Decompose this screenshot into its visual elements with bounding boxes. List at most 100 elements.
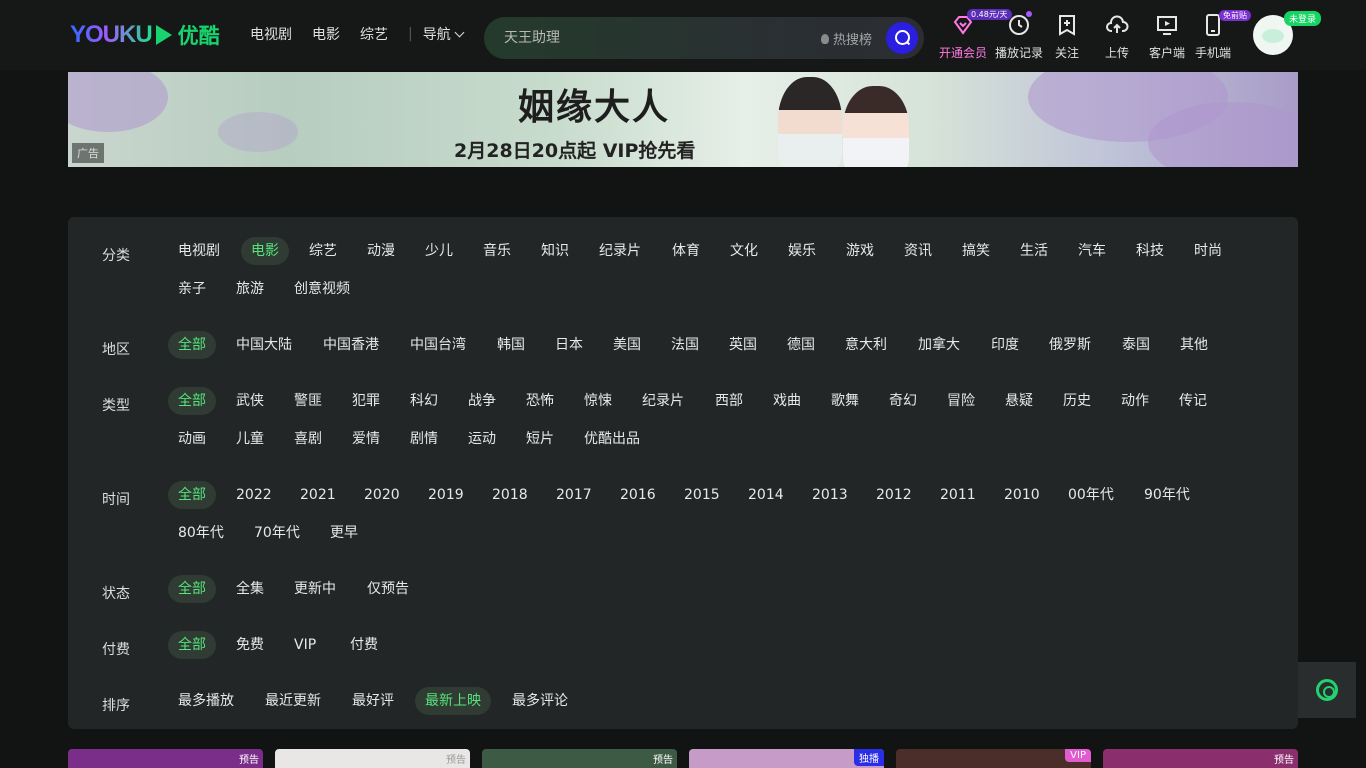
filter-option[interactable]: 警匪 — [284, 387, 332, 415]
nav-tv[interactable]: 电视剧 — [250, 24, 292, 44]
filter-option[interactable]: 其他 — [1170, 331, 1218, 359]
filter-option[interactable]: 生活 — [1010, 237, 1058, 265]
filter-option[interactable]: 运动 — [458, 425, 506, 453]
filter-option[interactable]: 少儿 — [415, 237, 463, 265]
search-button[interactable] — [886, 22, 918, 54]
filter-option[interactable]: 2010 — [994, 481, 1050, 509]
nav-variety[interactable]: 综艺 — [360, 24, 388, 44]
filter-option[interactable]: 剧情 — [400, 425, 448, 453]
video-card[interactable]: 预告 — [275, 749, 470, 768]
filter-option[interactable]: 动作 — [1111, 387, 1159, 415]
filter-option[interactable]: 奇幻 — [879, 387, 927, 415]
filter-option[interactable]: 西部 — [705, 387, 753, 415]
filter-option[interactable]: 最多评论 — [502, 687, 578, 715]
filter-option[interactable]: 2015 — [674, 481, 730, 509]
filter-option[interactable]: 电视剧 — [168, 237, 230, 265]
youku-logo[interactable]: YOUKU 优酷 — [70, 20, 220, 50]
nav-more[interactable]: 导航 — [423, 24, 465, 44]
filter-option[interactable]: 全部 — [168, 387, 216, 415]
filter-option[interactable]: 优酷出品 — [574, 425, 650, 453]
filter-option[interactable]: 仅预告 — [357, 575, 419, 603]
filter-option[interactable]: 更早 — [320, 519, 368, 547]
filter-option[interactable]: 全部 — [168, 575, 216, 603]
filter-option[interactable]: 最近更新 — [255, 687, 331, 715]
filter-option[interactable]: 武侠 — [226, 387, 274, 415]
filter-option[interactable]: 纪录片 — [589, 237, 651, 265]
filter-option[interactable]: 歌舞 — [821, 387, 869, 415]
video-card[interactable]: 独播 — [689, 749, 884, 768]
filter-option[interactable]: 历史 — [1053, 387, 1101, 415]
filter-option[interactable]: 2019 — [418, 481, 474, 509]
filter-option[interactable]: 电影 — [241, 237, 289, 265]
filter-option[interactable]: 90年代 — [1134, 481, 1200, 509]
filter-option[interactable]: 科技 — [1126, 237, 1174, 265]
filter-option[interactable]: 英国 — [719, 331, 767, 359]
filter-option[interactable]: 印度 — [981, 331, 1029, 359]
filter-option[interactable]: 最新上映 — [415, 687, 491, 715]
video-card[interactable]: 预告 — [1103, 749, 1298, 768]
filter-option[interactable]: 综艺 — [299, 237, 347, 265]
filter-option[interactable]: 70年代 — [244, 519, 310, 547]
filter-option[interactable]: 最好评 — [342, 687, 404, 715]
filter-option[interactable]: 纪录片 — [632, 387, 694, 415]
filter-option[interactable]: 80年代 — [168, 519, 234, 547]
filter-option[interactable]: 2011 — [930, 481, 986, 509]
upload-button[interactable]: 上传 — [1091, 10, 1143, 61]
video-card[interactable]: VIP — [896, 749, 1091, 768]
filter-option[interactable]: 最多播放 — [168, 687, 244, 715]
search-input[interactable] — [504, 27, 804, 49]
filter-option[interactable]: 中国台湾 — [400, 331, 476, 359]
filter-option[interactable]: 爱情 — [342, 425, 390, 453]
filter-option[interactable]: 冒险 — [937, 387, 985, 415]
video-card[interactable]: 预告 — [68, 749, 263, 768]
filter-option[interactable]: 00年代 — [1058, 481, 1124, 509]
filter-option[interactable]: 惊悚 — [574, 387, 622, 415]
login-tag[interactable]: 未登录 — [1284, 11, 1322, 26]
filter-option[interactable]: 全部 — [168, 631, 216, 659]
ad-banner[interactable]: 姻缘大人 2月28日20点起 VIP抢先看 广告 — [68, 72, 1298, 167]
filter-option[interactable]: 俄罗斯 — [1039, 331, 1101, 359]
filter-option[interactable]: 全部 — [168, 481, 216, 509]
filter-option[interactable]: 悬疑 — [995, 387, 1043, 415]
filter-option[interactable]: 韩国 — [487, 331, 535, 359]
filter-option[interactable]: 2018 — [482, 481, 538, 509]
filter-option[interactable]: 加拿大 — [908, 331, 970, 359]
filter-option[interactable]: 恐怖 — [516, 387, 564, 415]
filter-option[interactable]: 亲子 — [168, 275, 216, 303]
hot-search-link[interactable]: 热搜榜 — [821, 29, 872, 48]
filter-option[interactable]: 2017 — [546, 481, 602, 509]
filter-option[interactable]: 体育 — [662, 237, 710, 265]
filter-option[interactable]: 喜剧 — [284, 425, 332, 453]
filter-option[interactable]: 2013 — [802, 481, 858, 509]
filter-option[interactable]: 2016 — [610, 481, 666, 509]
filter-option[interactable]: 传记 — [1169, 387, 1217, 415]
filter-option[interactable]: 付费 — [340, 631, 388, 659]
filter-option[interactable]: 游戏 — [836, 237, 884, 265]
filter-option[interactable]: 战争 — [458, 387, 506, 415]
filter-option[interactable]: 搞笑 — [952, 237, 1000, 265]
filter-option[interactable]: 中国大陆 — [226, 331, 302, 359]
filter-option[interactable]: 旅游 — [226, 275, 274, 303]
filter-option[interactable]: 免费 — [226, 631, 274, 659]
filter-option[interactable]: 泰国 — [1112, 331, 1160, 359]
filter-option[interactable]: 音乐 — [473, 237, 521, 265]
filter-option[interactable]: 娱乐 — [778, 237, 826, 265]
filter-option[interactable]: 全集 — [226, 575, 274, 603]
filter-option[interactable]: 犯罪 — [342, 387, 390, 415]
filter-option[interactable]: 更新中 — [284, 575, 346, 603]
filter-option[interactable]: 法国 — [661, 331, 709, 359]
filter-option[interactable]: 短片 — [516, 425, 564, 453]
nav-movie[interactable]: 电影 — [312, 24, 340, 44]
video-card[interactable]: 预告 — [482, 749, 677, 768]
filter-option[interactable]: 中国香港 — [313, 331, 389, 359]
client-button[interactable]: 客户端 — [1141, 10, 1193, 61]
customer-service-button[interactable] — [1298, 662, 1356, 718]
follow-button[interactable]: 关注 — [1041, 10, 1093, 61]
filter-option[interactable]: 2020 — [354, 481, 410, 509]
filter-option[interactable]: 美国 — [603, 331, 651, 359]
filter-option[interactable]: 时尚 — [1184, 237, 1232, 265]
filter-option[interactable]: 2014 — [738, 481, 794, 509]
filter-option[interactable]: 德国 — [777, 331, 825, 359]
filter-option[interactable]: 动漫 — [357, 237, 405, 265]
filter-option[interactable]: 全部 — [168, 331, 216, 359]
